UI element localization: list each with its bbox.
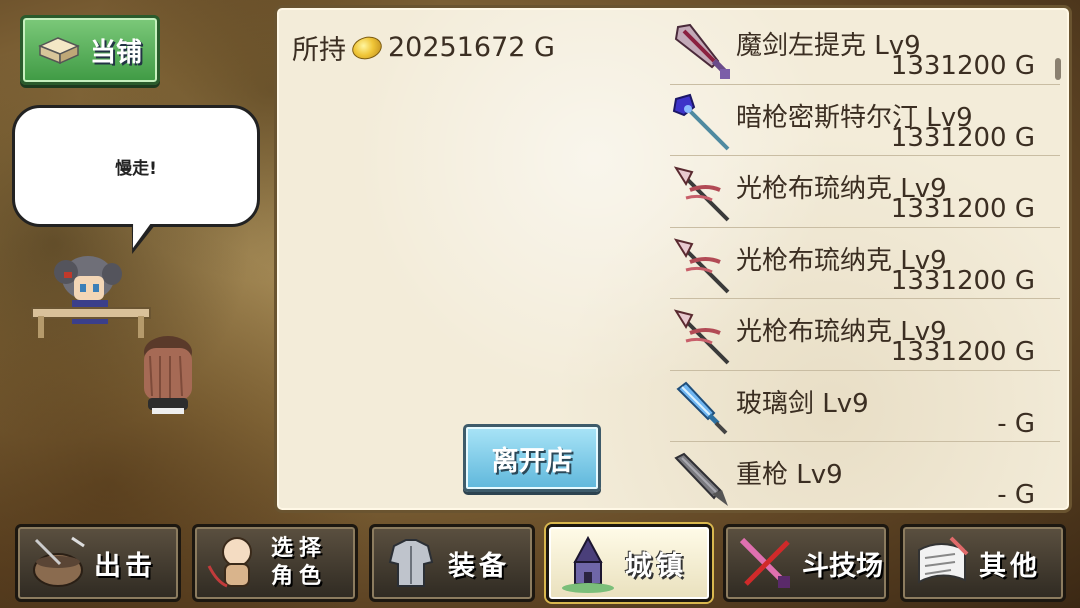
list-item[interactable]: 暗枪密斯特尔汀 Lv9 1331200 G xyxy=(670,85,1060,156)
item-price: 1331200 G xyxy=(890,337,1035,367)
gold-amount: 20251672 G xyxy=(388,32,555,63)
item-price: 1331200 G xyxy=(890,51,1035,81)
armor-icon xyxy=(388,539,434,587)
dark-spear-icon xyxy=(672,93,730,150)
nav-label: 装备 xyxy=(448,550,510,582)
speech-bubble: 慢走! xyxy=(12,105,260,227)
item-price: - G xyxy=(997,480,1035,510)
shop-panel: 所持 20251672 G 离开店 魔剑左提克 Lv9 1331200 G 暗枪… xyxy=(274,5,1072,513)
heavy-lance-icon xyxy=(674,452,728,506)
crossed-swords-icon xyxy=(739,537,790,588)
glass-sword-icon xyxy=(676,381,728,434)
nav-sortie-button[interactable]: 出击 xyxy=(15,524,181,602)
scrollbar-thumb[interactable] xyxy=(1055,58,1061,80)
item-list[interactable]: 魔剑左提克 Lv9 1331200 G 暗枪密斯特尔汀 Lv9 1331200 … xyxy=(670,13,1060,511)
leave-shop-button[interactable]: 离开店 xyxy=(463,424,601,492)
character-icon xyxy=(207,537,252,588)
list-item[interactable]: 玻璃剑 Lv9 - G xyxy=(670,371,1060,442)
item-price: 1331200 G xyxy=(890,194,1035,224)
pawnshop-tag[interactable]: 当铺 xyxy=(20,15,160,85)
light-spear-icon xyxy=(673,309,730,365)
item-name: 重枪 Lv9 xyxy=(736,460,843,490)
bottom-nav: 出击 选择 角色 装备 城镇 斗技场 其他 xyxy=(0,516,1080,608)
pawnshop-label: 当铺 xyxy=(89,37,142,68)
demon-sword-icon xyxy=(674,23,730,79)
nav-label: 斗技场 xyxy=(802,550,883,582)
list-item[interactable]: 重枪 Lv9 - G xyxy=(670,442,1060,511)
nav-label: 出击 xyxy=(94,550,156,582)
town-icon xyxy=(562,535,614,593)
coin-icon xyxy=(349,32,385,63)
holdings-label: 所持 xyxy=(292,35,346,66)
list-item[interactable]: 光枪布琉纳克 Lv9 1331200 G xyxy=(670,299,1060,371)
light-spear-icon xyxy=(673,237,730,293)
speech-text: 慢走! xyxy=(115,158,157,179)
gold-holdings: 所持 20251672 G xyxy=(292,28,555,67)
list-item[interactable]: 光枪布琉纳克 Lv9 1331200 G xyxy=(670,228,1060,299)
nav-town-button[interactable]: 城镇 xyxy=(546,524,712,602)
nav-other-button[interactable]: 其他 xyxy=(900,524,1066,602)
item-price: 1331200 G xyxy=(890,122,1035,153)
nav-character-button[interactable]: 选择 角色 xyxy=(192,524,358,602)
item-price: - G xyxy=(997,408,1035,439)
nav-label: 城镇 xyxy=(625,550,687,582)
shopkeeper xyxy=(31,256,151,338)
player-character xyxy=(144,336,192,414)
nav-label: 选择 角色 xyxy=(271,536,328,589)
light-spear-icon xyxy=(673,166,730,222)
box-icon xyxy=(38,37,80,64)
item-name: 玻璃剑 Lv9 xyxy=(736,388,869,419)
scroll-icon xyxy=(918,536,969,584)
pot-icon xyxy=(33,536,85,587)
nav-arena-button[interactable]: 斗技场 xyxy=(723,524,889,602)
item-price: 1331200 G xyxy=(890,265,1035,296)
list-item[interactable]: 光枪布琉纳克 Lv9 1331200 G xyxy=(670,156,1060,228)
nav-label: 其他 xyxy=(979,550,1041,582)
nav-equipment-button[interactable]: 装备 xyxy=(369,524,535,602)
list-item[interactable]: 魔剑左提克 Lv9 1331200 G xyxy=(670,13,1060,85)
